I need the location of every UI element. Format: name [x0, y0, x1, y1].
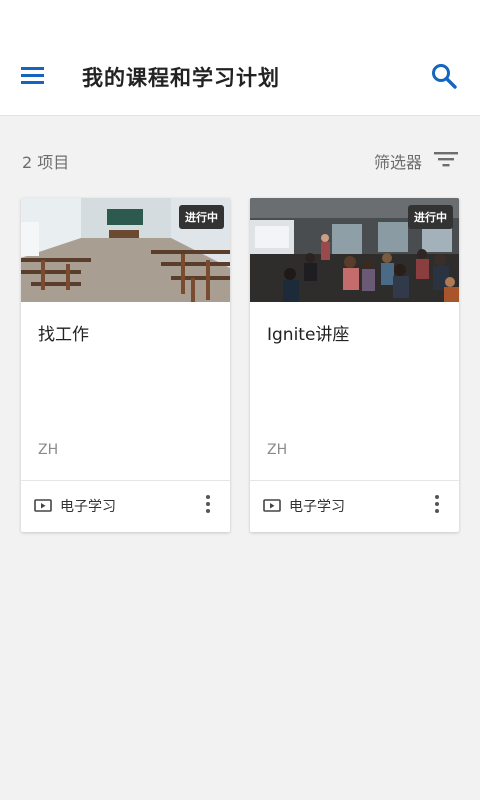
course-language: ZH — [38, 442, 59, 458]
card-footer: 电子学习 — [250, 480, 459, 532]
more-options-icon[interactable] — [204, 495, 212, 519]
course-type-label: 电子学习 — [289, 499, 345, 515]
video-icon — [263, 498, 281, 514]
list-toolbar: 2 项目 筛选器 — [0, 147, 480, 177]
filter-button[interactable]: 筛选器 — [374, 149, 458, 173]
video-icon — [34, 498, 52, 514]
course-title: 找工作 — [38, 325, 89, 345]
course-title: Ignite讲座 — [267, 325, 350, 345]
menu-icon[interactable] — [20, 65, 46, 85]
classroom-image: 进行中 — [21, 198, 230, 302]
app-bar: 我的课程和学习计划 — [0, 40, 480, 116]
course-card[interactable]: 进行中 Ignite讲座 ZH 电子学习 — [250, 198, 459, 532]
more-options-icon[interactable] — [433, 495, 441, 519]
filter-icon — [434, 150, 458, 172]
course-language: ZH — [267, 442, 288, 458]
lecture-audience-image: 进行中 — [250, 198, 459, 302]
page-title: 我的课程和学习计划 — [82, 66, 280, 90]
card-footer: 电子学习 — [21, 480, 230, 532]
search-icon[interactable] — [430, 62, 458, 90]
status-badge: 进行中 — [179, 205, 224, 229]
status-bar — [0, 0, 480, 40]
course-card[interactable]: 进行中 找工作 ZH 电子学习 — [21, 198, 230, 532]
filter-label: 筛选器 — [373, 153, 422, 172]
item-count: 2 项目 — [22, 153, 70, 172]
status-badge: 进行中 — [408, 205, 453, 229]
course-type-label: 电子学习 — [60, 499, 116, 515]
